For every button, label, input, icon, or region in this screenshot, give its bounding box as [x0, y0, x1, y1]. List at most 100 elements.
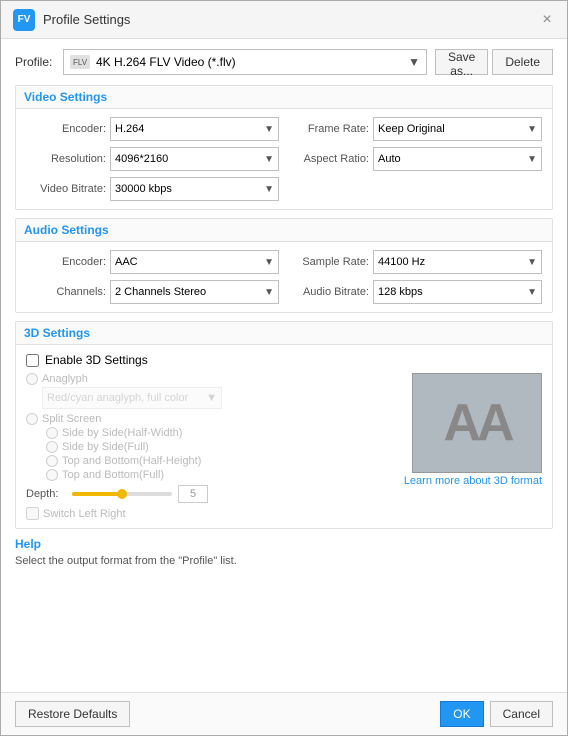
d3-settings-body: Enable 3D Settings Anaglyph Red/cyan ana…: [16, 345, 552, 528]
frame-rate-label: Frame Rate:: [289, 123, 369, 135]
video-bitrate-row: Video Bitrate: 30000 kbps ▼: [26, 177, 279, 201]
split-option-1-row: Side by Side(Half-Width): [46, 427, 394, 439]
audio-bitrate-row: Audio Bitrate: 128 kbps ▼: [289, 280, 542, 304]
split-option-3-radio[interactable]: [46, 455, 58, 467]
enable-3d-label: Enable 3D Settings: [45, 353, 148, 367]
anaglyph-select[interactable]: Red/cyan anaglyph, full color ▼: [42, 387, 222, 409]
profile-select[interactable]: FLV 4K H.264 FLV Video (*.flv) ▼: [63, 49, 427, 75]
split-option-4-radio[interactable]: [46, 469, 58, 481]
video-settings-section: Video Settings Encoder: H.264 ▼ Frame Ra…: [15, 85, 553, 210]
ok-button[interactable]: OK: [440, 701, 483, 727]
dialog-title: Profile Settings: [43, 12, 130, 27]
audio-fields-grid: Encoder: AAC ▼ Sample Rate: 44100 Hz ▼: [26, 250, 542, 304]
frame-rate-row: Frame Rate: Keep Original ▼: [289, 117, 542, 141]
enable-3d-row: Enable 3D Settings: [26, 353, 542, 367]
depth-slider[interactable]: [72, 492, 172, 496]
flv-icon: FLV: [70, 55, 90, 69]
sample-rate-row: Sample Rate: 44100 Hz ▼: [289, 250, 542, 274]
split-option-1-label: Side by Side(Half-Width): [62, 427, 182, 439]
split-screen-radio-row: Split Screen: [26, 413, 394, 425]
depth-slider-thumb: [117, 489, 127, 499]
encoder-select[interactable]: H.264 ▼: [110, 117, 279, 141]
help-section: Help Select the output format from the "…: [15, 537, 553, 567]
d3-settings-title: 3D Settings: [16, 322, 552, 345]
depth-value[interactable]: 5: [178, 485, 208, 503]
dialog-window: FV Profile Settings × Profile: FLV 4K H.…: [0, 0, 568, 736]
profile-row: Profile: FLV 4K H.264 FLV Video (*.flv) …: [15, 49, 553, 75]
resolution-label: Resolution:: [26, 153, 106, 165]
split-option-4-row: Top and Bottom(Full): [46, 469, 394, 481]
split-option-2-label: Side by Side(Full): [62, 441, 149, 453]
sample-rate-label: Sample Rate:: [289, 256, 369, 268]
switch-lr-checkbox[interactable]: [26, 507, 39, 520]
delete-button[interactable]: Delete: [492, 49, 553, 75]
d3-left: Anaglyph Red/cyan anaglyph, full color ▼…: [26, 373, 394, 520]
video-fields-grid: Encoder: H.264 ▼ Frame Rate: Keep Origin…: [26, 117, 542, 201]
split-option-2-row: Side by Side(Full): [46, 441, 394, 453]
resolution-row: Resolution: 4096*2160 ▼: [26, 147, 279, 171]
split-option-2-radio[interactable]: [46, 441, 58, 453]
d3-settings-section: 3D Settings Enable 3D Settings Anaglyph: [15, 321, 553, 529]
aspect-ratio-select[interactable]: Auto ▼: [373, 147, 542, 171]
sample-rate-select[interactable]: 44100 Hz ▼: [373, 250, 542, 274]
channels-select[interactable]: 2 Channels Stereo ▼: [110, 280, 279, 304]
frame-rate-select[interactable]: Keep Original ▼: [373, 117, 542, 141]
profile-value: 4K H.264 FLV Video (*.flv): [96, 55, 236, 69]
footer-right: OK Cancel: [440, 701, 553, 727]
anaglyph-radio-row: Anaglyph: [26, 373, 394, 385]
split-option-1-radio[interactable]: [46, 427, 58, 439]
audio-encoder-select[interactable]: AAC ▼: [110, 250, 279, 274]
enable-3d-checkbox[interactable]: [26, 354, 39, 367]
split-screen-label: Split Screen: [42, 413, 101, 425]
audio-settings-title: Audio Settings: [16, 219, 552, 242]
video-bitrate-label: Video Bitrate:: [26, 183, 106, 195]
aspect-ratio-label: Aspect Ratio:: [289, 153, 369, 165]
title-bar: FV Profile Settings ×: [1, 1, 567, 39]
d3-preview: AA: [412, 373, 542, 473]
encoder-row: Encoder: H.264 ▼: [26, 117, 279, 141]
depth-label: Depth:: [26, 488, 66, 500]
split-option-4-label: Top and Bottom(Full): [62, 469, 164, 481]
profile-buttons: Save as... Delete: [435, 49, 553, 75]
audio-bitrate-select[interactable]: 128 kbps ▼: [373, 280, 542, 304]
d3-right: AA Learn more about 3D format: [404, 373, 542, 520]
channels-label: Channels:: [26, 286, 106, 298]
split-option-3-row: Top and Bottom(Half-Height): [46, 455, 394, 467]
audio-encoder-label: Encoder:: [26, 256, 106, 268]
restore-defaults-button[interactable]: Restore Defaults: [15, 701, 130, 727]
anaglyph-label: Anaglyph: [42, 373, 88, 385]
d3-body: Anaglyph Red/cyan anaglyph, full color ▼…: [26, 373, 542, 520]
learn-more-link[interactable]: Learn more about 3D format: [404, 475, 542, 487]
app-icon-label: FV: [18, 14, 31, 25]
help-text: Select the output format from the "Profi…: [15, 555, 553, 567]
save-as-button[interactable]: Save as...: [435, 49, 488, 75]
audio-settings-body: Encoder: AAC ▼ Sample Rate: 44100 Hz ▼: [16, 242, 552, 312]
audio-settings-section: Audio Settings Encoder: AAC ▼ Sample Rat…: [15, 218, 553, 313]
resolution-select[interactable]: 4096*2160 ▼: [110, 147, 279, 171]
switch-lr-label: Switch Left Right: [43, 508, 126, 520]
audio-bitrate-label: Audio Bitrate:: [289, 286, 369, 298]
title-bar-left: FV Profile Settings: [13, 9, 130, 31]
app-icon: FV: [13, 9, 35, 31]
cancel-button[interactable]: Cancel: [490, 701, 553, 727]
split-option-3-label: Top and Bottom(Half-Height): [62, 455, 201, 467]
close-button[interactable]: ×: [539, 12, 555, 28]
depth-row: Depth: 5: [26, 485, 394, 503]
footer: Restore Defaults OK Cancel: [1, 692, 567, 735]
split-screen-radio[interactable]: [26, 413, 38, 425]
help-title: Help: [15, 537, 553, 551]
profile-label: Profile:: [15, 55, 55, 69]
encoder-label: Encoder:: [26, 123, 106, 135]
preview-text: AA: [443, 393, 510, 453]
channels-row: Channels: 2 Channels Stereo ▼: [26, 280, 279, 304]
video-settings-body: Encoder: H.264 ▼ Frame Rate: Keep Origin…: [16, 109, 552, 209]
video-bitrate-select[interactable]: 30000 kbps ▼: [110, 177, 279, 201]
video-settings-title: Video Settings: [16, 86, 552, 109]
anaglyph-radio[interactable]: [26, 373, 38, 385]
audio-encoder-row: Encoder: AAC ▼: [26, 250, 279, 274]
profile-arrow: ▼: [408, 55, 420, 69]
depth-slider-fill: [72, 492, 122, 496]
aspect-ratio-row: Aspect Ratio: Auto ▼: [289, 147, 542, 171]
dialog-content: Profile: FLV 4K H.264 FLV Video (*.flv) …: [1, 39, 567, 692]
switch-row: Switch Left Right: [26, 507, 394, 520]
